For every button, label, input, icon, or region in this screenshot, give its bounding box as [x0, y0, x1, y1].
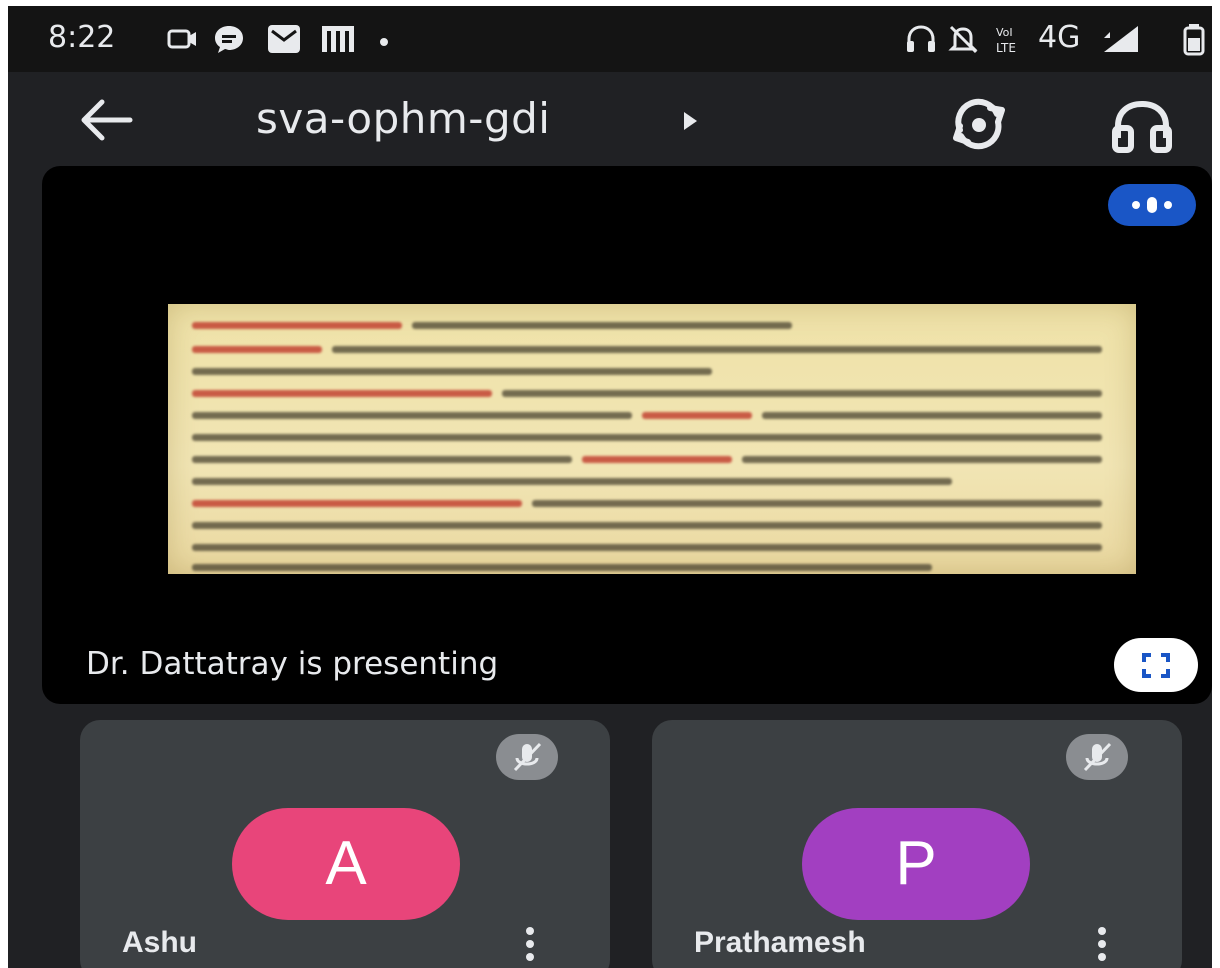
network-type: 4G	[1038, 20, 1081, 55]
switch-camera-icon[interactable]	[942, 96, 1016, 152]
signal-icon	[1104, 26, 1138, 52]
fullscreen-icon	[1142, 653, 1170, 678]
participant-tile[interactable]: A Ashu	[80, 720, 610, 968]
avatar: P	[802, 808, 1030, 920]
svg-text:VoI: VoI	[996, 26, 1013, 39]
fullscreen-button[interactable]	[1114, 638, 1198, 692]
chat-bubble-icon	[215, 26, 243, 53]
participant-name: Ashu	[122, 926, 197, 959]
svg-text:LTE: LTE	[996, 41, 1016, 55]
muted-mic-icon	[496, 734, 558, 780]
meeting-code[interactable]: sva-ophm-gdi	[256, 94, 550, 143]
headphones-icon[interactable]	[1106, 98, 1178, 154]
battery-icon	[1183, 24, 1205, 56]
screen-record-icon	[167, 29, 196, 49]
participant-name: Prathamesh	[694, 926, 866, 959]
meeting-app-bar: sva-ophm-gdi	[8, 72, 1212, 168]
dot-icon	[380, 38, 388, 46]
shared-screen-view[interactable]: Dr. Dattatray is presenting	[42, 166, 1212, 704]
app-notification-icon	[322, 26, 354, 52]
volte-icon: VoI LTE	[996, 26, 1016, 55]
muted-mic-icon	[1066, 734, 1128, 780]
headset-icon	[907, 25, 935, 52]
phone-screen: 8:22 VoI LTE 4G sva-ophm-gdi Dr. Dattatr…	[8, 6, 1212, 968]
presenter-label: Dr. Dattatray is presenting	[86, 646, 499, 682]
meeting-details-caret-icon[interactable]	[680, 110, 700, 132]
mute-notifications-icon	[948, 25, 978, 54]
more-options-icon[interactable]	[520, 926, 540, 962]
status-bar: 8:22 VoI LTE 4G	[8, 6, 1212, 72]
status-time: 8:22	[48, 20, 116, 55]
speaking-indicator-icon	[1108, 184, 1196, 226]
more-options-icon[interactable]	[1092, 926, 1112, 962]
avatar: A	[232, 808, 460, 920]
mail-icon	[268, 25, 300, 53]
back-arrow-icon[interactable]	[74, 94, 136, 146]
shared-document-image	[168, 304, 1136, 574]
participant-tile[interactable]: P Prathamesh	[652, 720, 1182, 968]
